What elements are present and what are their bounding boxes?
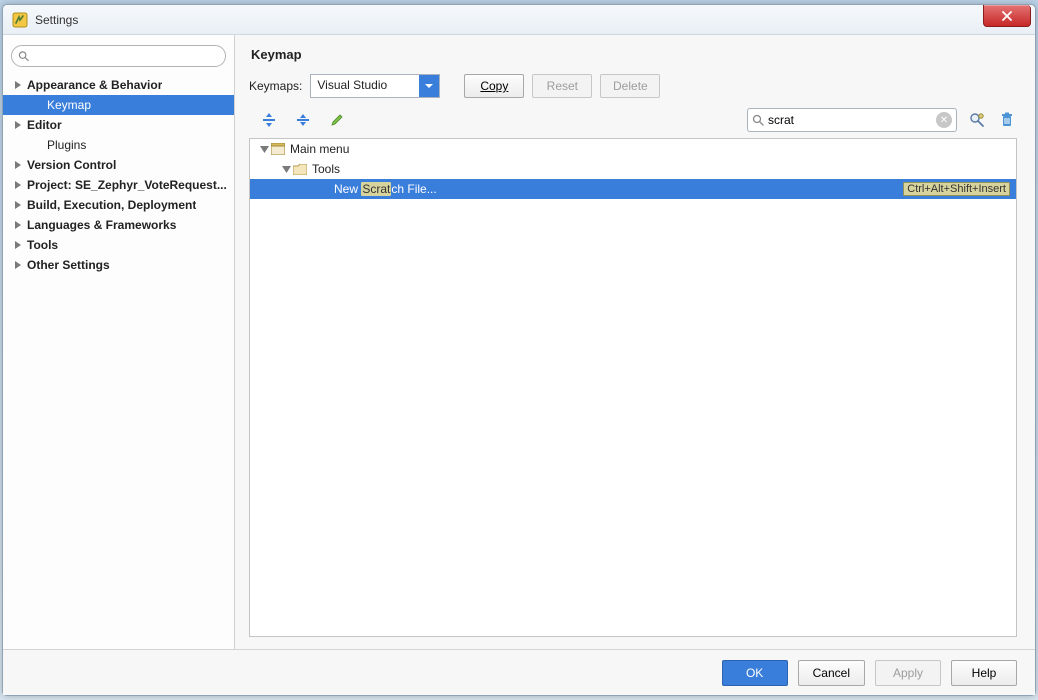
sidebar-item[interactable]: Project: SE_Zephyr_VoteRequest... <box>3 175 234 195</box>
help-button[interactable]: Help <box>951 660 1017 686</box>
expand-all-icon[interactable] <box>259 110 279 130</box>
delete-button[interactable]: Delete <box>600 74 660 98</box>
chevron-right-icon <box>13 260 23 270</box>
sidebar-item-label: Build, Execution, Deployment <box>27 198 196 212</box>
clear-icon[interactable]: ✕ <box>936 112 952 128</box>
sidebar-item[interactable]: Build, Execution, Deployment <box>3 195 234 215</box>
keymap-tree-row[interactable]: Tools <box>250 159 1016 179</box>
titlebar: Settings <box>3 5 1035 35</box>
keymap-row-label: Main menu <box>290 142 1010 156</box>
chevron-right-icon <box>13 220 23 230</box>
copy-button[interactable]: Copy <box>464 74 524 98</box>
action-row: ✕ <box>249 108 1017 132</box>
search-icon <box>18 50 29 62</box>
chevron-right-icon <box>33 100 43 110</box>
content-area: Appearance & Behavior Keymap Editor Plugins… <box>3 35 1035 649</box>
sidebar-item[interactable]: Plugins <box>3 135 234 155</box>
chevron-right-icon <box>13 240 23 250</box>
sidebar-item-label: Version Control <box>27 158 116 172</box>
apply-button[interactable]: Apply <box>875 660 941 686</box>
app-icon <box>11 11 29 29</box>
sidebar-item[interactable]: Languages & Frameworks <box>3 215 234 235</box>
ok-button[interactable]: OK <box>722 660 788 686</box>
sidebar-item-label: Other Settings <box>27 258 110 272</box>
settings-tree: Appearance & Behavior Keymap Editor Plugins… <box>3 73 234 275</box>
keymap-select-value: Visual Studio <box>311 75 419 97</box>
collapse-all-icon[interactable] <box>293 110 313 130</box>
edit-icon[interactable] <box>327 110 347 130</box>
chevron-down-icon <box>419 75 439 97</box>
chevron-right-icon <box>13 200 23 210</box>
sidebar-item-label: Tools <box>27 238 58 252</box>
menu-icon <box>270 143 286 155</box>
settings-window: Settings Appearance & Behavior Keymap Edit… <box>2 4 1036 696</box>
page-title: Keymap <box>251 47 1017 62</box>
chevron-down-icon <box>258 145 270 154</box>
sidebar-search-input[interactable] <box>33 49 219 63</box>
keymap-select[interactable]: Visual Studio <box>310 74 440 98</box>
sidebar-item[interactable]: Editor <box>3 115 234 135</box>
find-by-shortcut-icon[interactable] <box>967 110 987 130</box>
keymap-row: Keymaps: Visual Studio Copy Reset Delete <box>249 74 1017 98</box>
reset-button[interactable]: Reset <box>532 74 592 98</box>
sidebar-search[interactable] <box>11 45 226 67</box>
chevron-right-icon <box>13 120 23 130</box>
sidebar-item[interactable]: Keymap <box>3 95 234 115</box>
sidebar-item-label: Languages & Frameworks <box>27 218 176 232</box>
sidebar-item[interactable]: Appearance & Behavior <box>3 75 234 95</box>
keymap-row-label: Tools <box>312 162 1010 176</box>
keymaps-label: Keymaps: <box>249 79 302 93</box>
filter-input-field[interactable] <box>768 113 932 127</box>
cancel-button[interactable]: Cancel <box>798 660 865 686</box>
footer: OK Cancel Apply Help <box>3 649 1035 695</box>
filter-input[interactable]: ✕ <box>747 108 957 132</box>
shortcut-badge: Ctrl+Alt+Shift+Insert <box>903 182 1010 196</box>
sidebar-item-label: Plugins <box>47 138 86 152</box>
folder-icon <box>292 164 308 175</box>
main-panel: Keymap Keymaps: Visual Studio Copy Reset… <box>235 35 1035 649</box>
chevron-right-icon <box>33 140 43 150</box>
sidebar: Appearance & Behavior Keymap Editor Plugins… <box>3 35 235 649</box>
chevron-right-icon <box>13 160 23 170</box>
sidebar-item-label: Project: SE_Zephyr_VoteRequest... <box>27 178 227 192</box>
trash-icon[interactable] <box>997 110 1017 130</box>
chevron-right-icon <box>13 80 23 90</box>
search-icon <box>752 114 764 126</box>
sidebar-item-label: Appearance & Behavior <box>27 78 162 92</box>
keymap-row-label: New Scratch File... <box>334 182 903 196</box>
keymap-tree-row[interactable]: New Scratch File...Ctrl+Alt+Shift+Insert <box>250 179 1016 199</box>
sidebar-item[interactable]: Tools <box>3 235 234 255</box>
sidebar-item-label: Keymap <box>47 98 91 112</box>
chevron-down-icon <box>280 165 292 174</box>
keymap-tree[interactable]: Main menu Tools New Scratch File...Ctrl+Al… <box>249 138 1017 637</box>
window-close-button[interactable] <box>983 5 1031 27</box>
window-title: Settings <box>35 13 78 27</box>
sidebar-item[interactable]: Version Control <box>3 155 234 175</box>
chevron-right-icon <box>13 180 23 190</box>
sidebar-item[interactable]: Other Settings <box>3 255 234 275</box>
keymap-tree-row[interactable]: Main menu <box>250 139 1016 159</box>
sidebar-item-label: Editor <box>27 118 62 132</box>
